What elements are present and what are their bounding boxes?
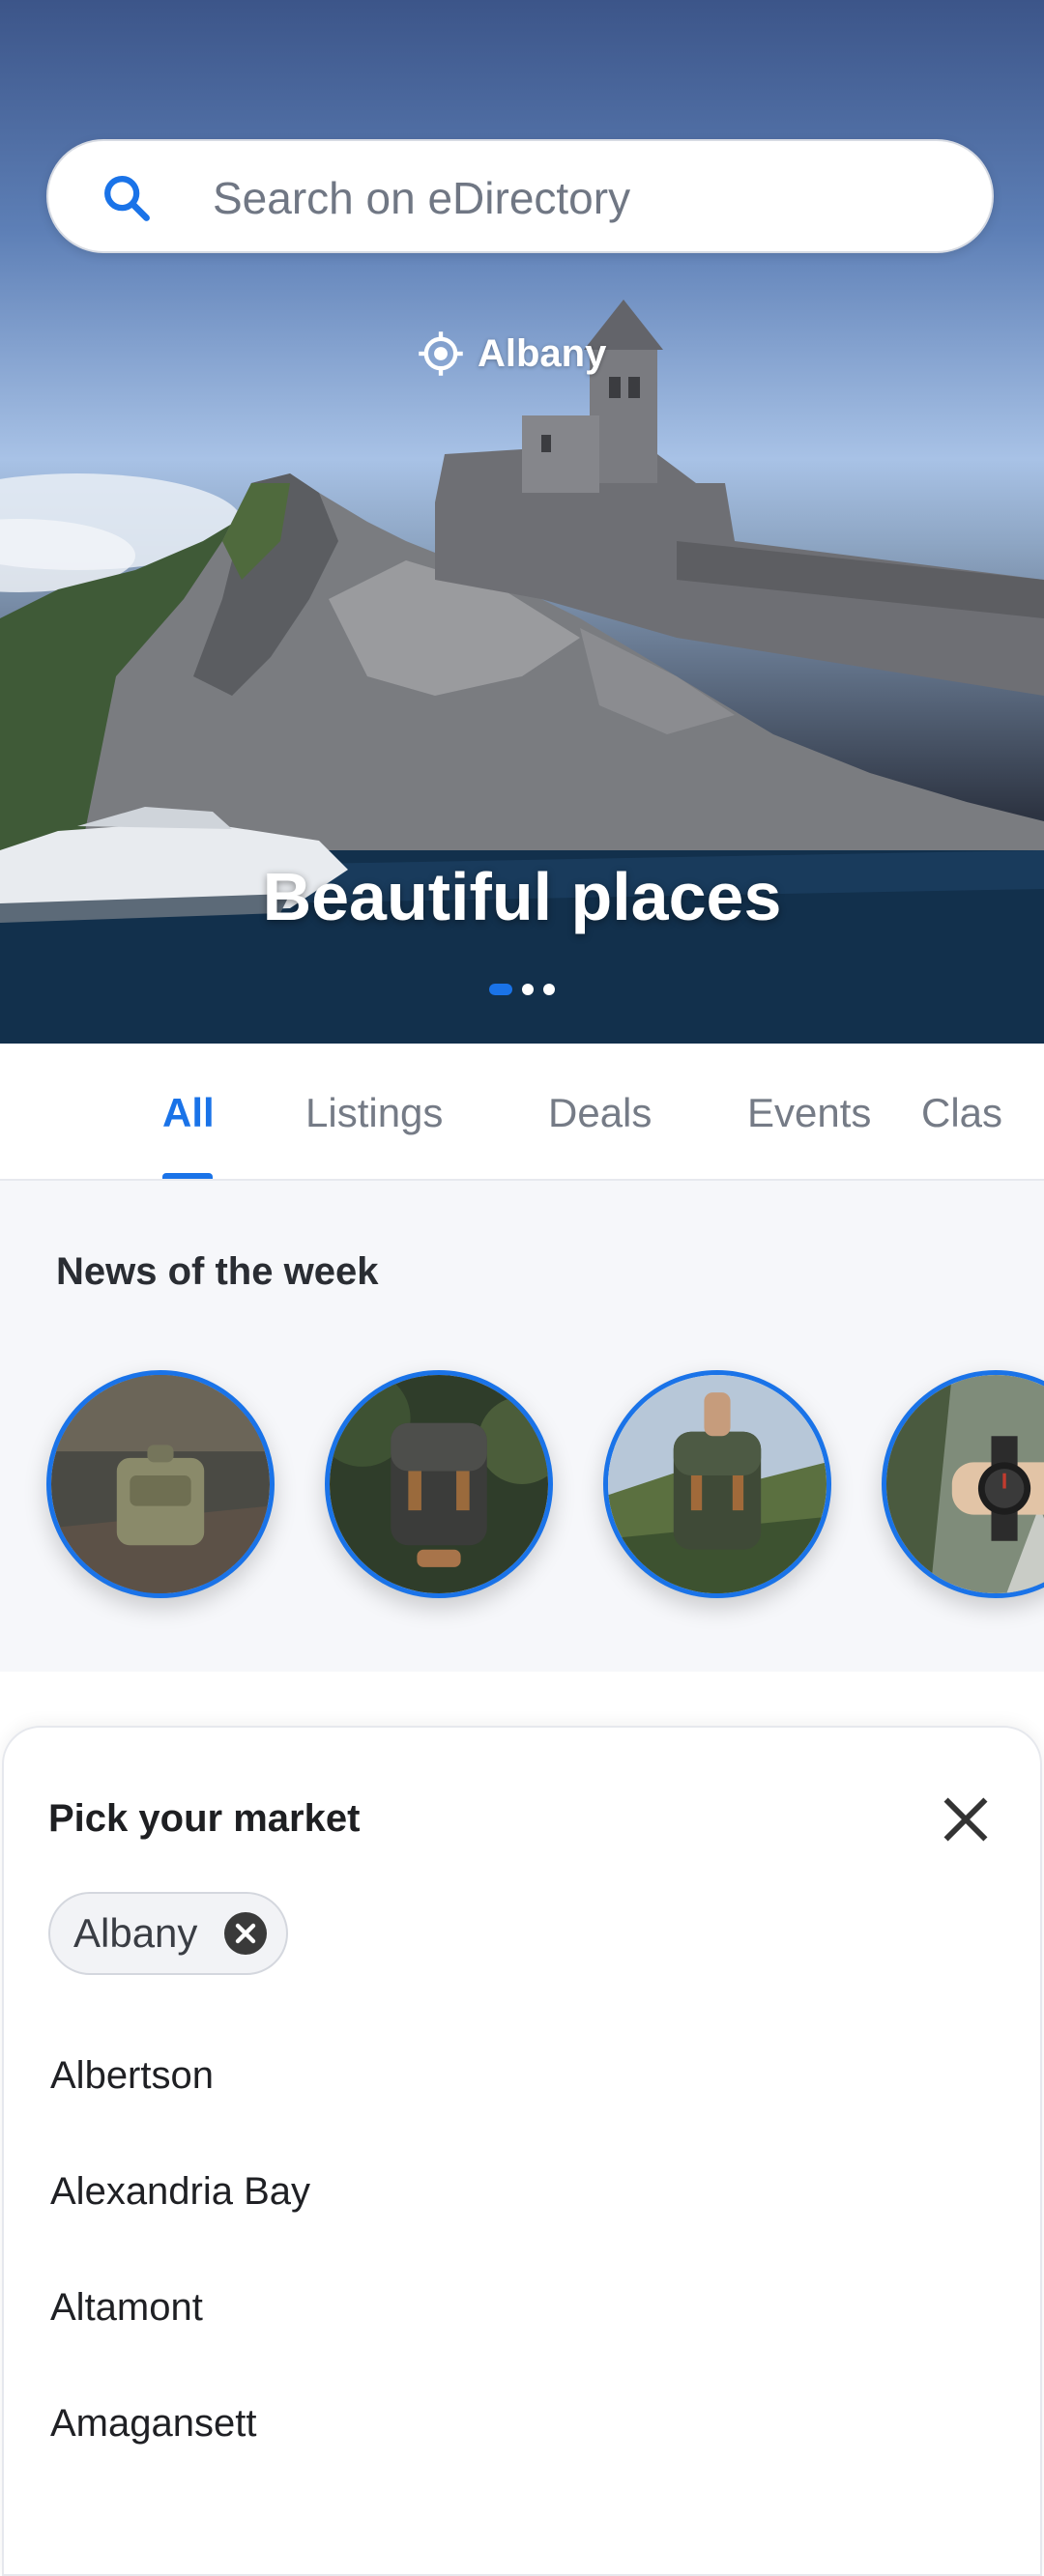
location-selector[interactable]: Albany xyxy=(416,325,606,383)
location-label: Albany xyxy=(478,331,607,375)
market-picker-sheet: Pick your market Albany Albertson Alexan… xyxy=(2,1726,1042,2576)
search-bar[interactable] xyxy=(46,139,994,253)
market-option[interactable]: Altamont xyxy=(50,2286,203,2330)
market-option[interactable]: Albertson xyxy=(50,2054,214,2098)
remove-chip-icon[interactable] xyxy=(222,1910,269,1957)
tab-deals[interactable]: Deals xyxy=(548,1090,652,1136)
story-item[interactable] xyxy=(46,1370,275,1598)
carousel-dot[interactable] xyxy=(543,984,555,995)
tab-classifieds[interactable]: Clas xyxy=(921,1090,1002,1136)
backpack-on-log-image xyxy=(51,1375,270,1593)
carousel-dot-active[interactable] xyxy=(489,984,512,995)
close-icon[interactable] xyxy=(932,1786,1000,1853)
sheet-title: Pick your market xyxy=(48,1797,361,1840)
chip-label: Albany xyxy=(73,1910,198,1956)
location-target-icon xyxy=(419,331,463,376)
category-tabs: All Listings Deals Events Clas xyxy=(0,1044,1044,1181)
story-item[interactable] xyxy=(603,1370,831,1598)
search-icon xyxy=(104,176,150,221)
tab-events[interactable]: Events xyxy=(747,1090,871,1136)
carousel-dots xyxy=(489,984,555,995)
hero-banner[interactable]: Albany Beautiful places xyxy=(0,0,1044,1044)
story-item[interactable] xyxy=(882,1370,1044,1598)
news-title: News of the week xyxy=(56,1250,379,1293)
backpack-held-image xyxy=(608,1375,826,1593)
tab-all[interactable]: All xyxy=(162,1090,215,1136)
market-option[interactable]: Alexandria Bay xyxy=(50,2170,310,2214)
news-section: News of the week xyxy=(0,1181,1044,1672)
carousel-dot[interactable] xyxy=(522,984,534,995)
selected-market-chip[interactable]: Albany xyxy=(48,1892,289,1975)
hero-title: Beautiful places xyxy=(262,859,782,934)
backpack-image xyxy=(330,1375,548,1593)
wristwatch-image xyxy=(886,1375,1044,1593)
story-item[interactable] xyxy=(325,1370,553,1598)
tab-listings[interactable]: Listings xyxy=(305,1090,443,1136)
market-option[interactable]: Amagansett xyxy=(50,2402,256,2446)
active-tab-indicator xyxy=(162,1173,213,1179)
search-input[interactable] xyxy=(211,160,949,236)
